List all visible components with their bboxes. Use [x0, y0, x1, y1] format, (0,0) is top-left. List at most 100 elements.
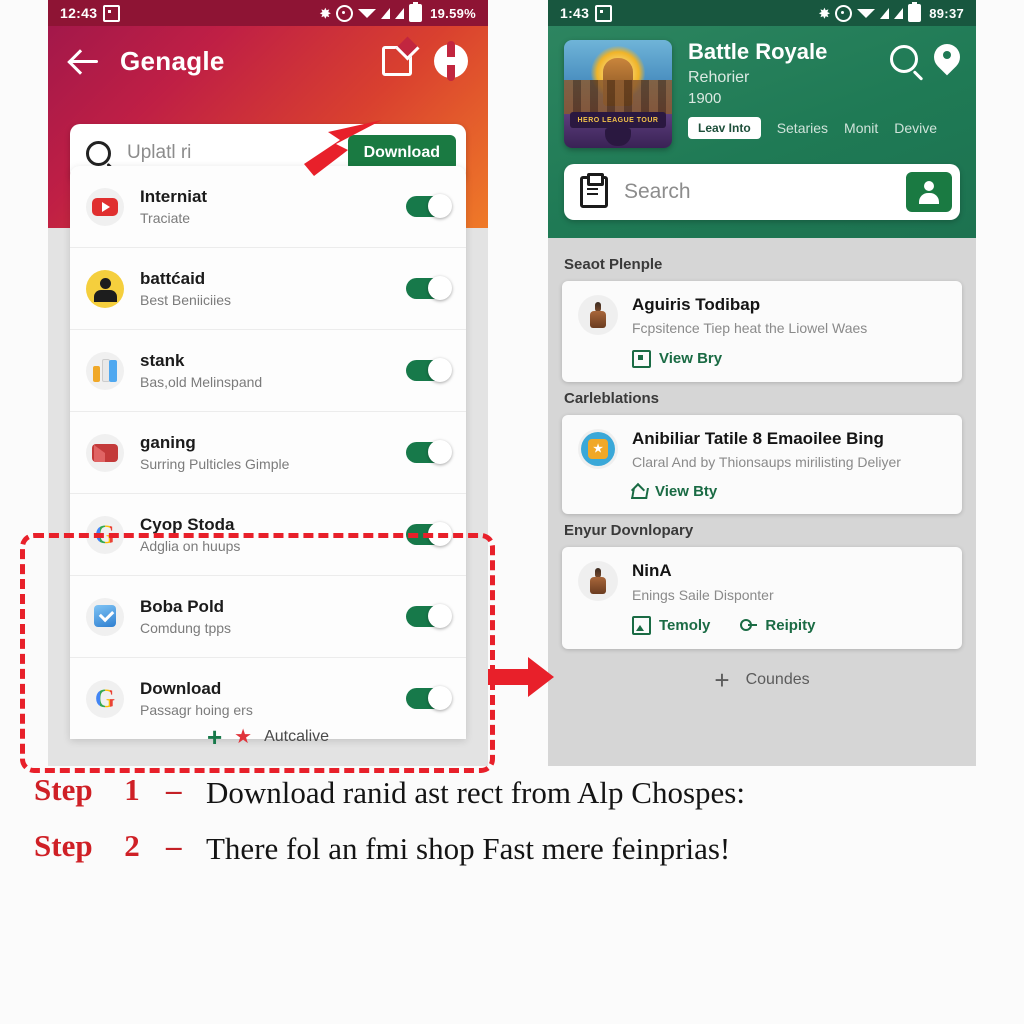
toggle-switch[interactable] — [406, 358, 452, 382]
right-status-bar: 1:43 ✸ 89:37 — [548, 0, 976, 26]
right-header-row: HERO LEAGUE TOUR Battle Royale Rehorier … — [564, 39, 960, 148]
toggle-switch[interactable] — [406, 522, 452, 546]
signal-icon — [395, 7, 405, 19]
link-label: View Bty — [655, 483, 718, 501]
game-number: 1900 — [688, 90, 722, 108]
card-title: Aguiris Todibap — [632, 295, 761, 314]
mail-icon — [86, 433, 124, 472]
location-pin-icon[interactable] — [934, 44, 960, 74]
right-footer[interactable]: + Coundes — [562, 667, 962, 693]
step-number: 2 — [124, 827, 140, 863]
list-item[interactable]: Interniat Traciate — [70, 166, 466, 248]
content-card[interactable]: Aguiris Todibap Fcpsitence Tiep heat the… — [562, 281, 962, 382]
step-dash: – — [166, 827, 182, 863]
star-icon: ★ — [234, 726, 253, 748]
wifi-icon — [857, 8, 876, 18]
key-icon — [740, 618, 758, 633]
person-icon[interactable] — [906, 172, 952, 212]
youtube-icon — [86, 187, 124, 226]
tutorial-screenshot: 12:43 ✸ 19.59% Genagle Uplatl ri Downloa… — [0, 0, 1024, 1024]
toggle-switch[interactable] — [406, 686, 452, 710]
list-item[interactable]: battćaid Best Beniiciies — [70, 248, 466, 330]
signal-icon — [381, 7, 391, 19]
left-footer-label: Autcalive — [264, 728, 330, 745]
toggle-switch[interactable] — [406, 604, 452, 628]
content-card[interactable]: NinA Enings Saile Disponter Temoly Reipi… — [562, 547, 962, 649]
card-title: Anibiliar Tatile 8 Emaoilee Bing — [632, 428, 884, 448]
toggle-switch[interactable] — [406, 440, 452, 464]
medal-icon: ★ — [578, 428, 618, 469]
plus-icon[interactable]: + — [207, 724, 222, 750]
search-icon[interactable] — [890, 45, 918, 73]
link-label: Reipity — [765, 616, 816, 634]
list-item[interactable]: stank Bas,old Melinspand — [70, 330, 466, 412]
list-item-subtitle: Best Beniiciies — [140, 291, 232, 308]
tab-setaries[interactable]: Setaries — [777, 120, 828, 136]
list-item[interactable]: ganing Surring Pulticles Gimple — [70, 412, 466, 494]
list-item-subtitle: Bas,old Melinspand — [140, 373, 263, 390]
chess-piece-icon — [578, 561, 618, 602]
card-subtitle: Claral And by Thionsaups mirilisting Del… — [632, 453, 901, 470]
link-label: Temoly — [659, 616, 711, 634]
tab-devive[interactable]: Devive — [894, 120, 937, 136]
back-arrow-icon[interactable] — [68, 44, 102, 78]
help-icon[interactable] — [434, 41, 468, 81]
thumb-caption: HERO LEAGUE TOUR — [577, 116, 659, 124]
status-icons: ✸ 19.59% — [320, 2, 476, 22]
list-item-text: Cyop Stoda Adglia on huups — [140, 515, 406, 554]
books-icon — [86, 351, 124, 390]
card-subtitle: Enings Saile Disponter — [632, 586, 774, 603]
card-body: Aguiris Todibap Fcpsitence Tiep heat the… — [632, 295, 946, 368]
plus-icon[interactable]: + — [714, 667, 729, 693]
right-search-bar[interactable]: Search — [564, 164, 960, 220]
steps-section: Step 1 – Download ranid ast rect from Al… — [0, 772, 1024, 884]
left-footer[interactable]: + ★ Autcalive — [70, 715, 466, 759]
list-item-text: battćaid Best Beniiciies — [140, 269, 406, 308]
left-header-row: Genagle — [48, 26, 488, 81]
bluetooth-icon: ✸ — [819, 5, 831, 21]
list-item-title: stank — [140, 351, 185, 371]
status-time: 1:43 — [560, 5, 590, 21]
tab-monit[interactable]: Monit — [844, 120, 878, 136]
list-item-title: Cyop Stoda — [140, 515, 235, 535]
card-body: Anibiliar Tatile 8 Emaoilee Bing Claral … — [632, 429, 946, 501]
card-links: View Bry — [632, 349, 946, 368]
toggle-switch[interactable] — [406, 194, 452, 218]
left-status-bar: 12:43 ✸ 19.59% — [48, 0, 488, 26]
list-item[interactable]: G Cyop Stoda Adglia on huups — [70, 494, 466, 576]
page-title: Genagle — [120, 45, 225, 76]
step-text: There fol an fmi shop Fast mere feinpria… — [206, 830, 731, 866]
search-input[interactable]: Uplatl ri — [127, 142, 348, 164]
tab-leav-into[interactable]: Leav Into — [688, 117, 761, 140]
content-card[interactable]: ★ Anibiliar Tatile 8 Emaoilee Bing Clara… — [562, 414, 962, 515]
game-subtitle: Rehorier — [688, 69, 750, 87]
game-thumbnail[interactable]: HERO LEAGUE TOUR — [564, 40, 672, 148]
app-list: Interniat Traciate battćaid Best Beniici… — [70, 166, 466, 739]
left-phone-panel: 12:43 ✸ 19.59% Genagle Uplatl ri Downloa… — [48, 0, 488, 766]
step-label: Step — [34, 827, 93, 863]
list-item-text: Interniat Traciate — [140, 187, 406, 226]
view-bty-link[interactable]: View Bty — [632, 483, 717, 500]
google-icon: G — [86, 515, 124, 554]
game-info: Battle Royale Rehorier 1900 Leav Into Se… — [688, 39, 937, 140]
battery-icon — [908, 2, 922, 22]
status-time-group: 12:43 — [60, 4, 121, 22]
list-item-title: Download — [140, 679, 222, 699]
share-icon[interactable] — [382, 46, 412, 76]
right-content-area: Seaot Plenple Aguiris Todibap Fcpsitence… — [548, 238, 976, 766]
toggle-switch[interactable] — [406, 276, 452, 300]
header-tabs: Leav Into Setaries Monit Devive — [688, 117, 937, 140]
card-links: View Bty — [632, 483, 946, 500]
view-bry-link[interactable]: View Bry — [632, 349, 722, 368]
crowd-graphic — [564, 80, 672, 114]
list-item-title: ganing — [140, 433, 196, 453]
card-links: Temoly Reipity — [632, 615, 946, 635]
list-item[interactable]: Boba Pold Comdung tpps — [70, 576, 466, 658]
list-item-subtitle: Adglia on huups — [140, 537, 241, 554]
signal-icon — [880, 7, 890, 19]
search-icon — [86, 140, 111, 166]
reipity-link[interactable]: Reipity — [740, 617, 815, 634]
alarm-icon — [336, 4, 354, 22]
search-input[interactable]: Search — [624, 180, 906, 204]
temoly-link[interactable]: Temoly — [632, 615, 711, 635]
